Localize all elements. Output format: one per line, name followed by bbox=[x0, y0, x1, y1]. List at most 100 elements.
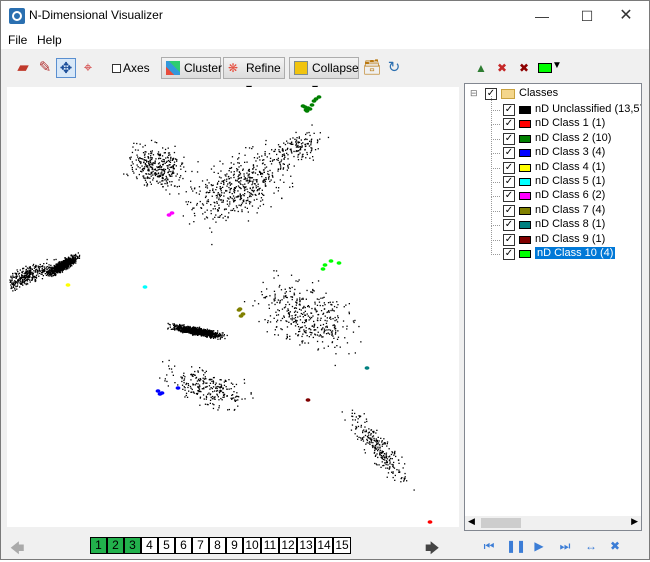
page-button[interactable]: 13 bbox=[297, 537, 315, 554]
class-label: nD Class 8 (1) bbox=[535, 218, 606, 231]
class-label: nD Unclassified (13,571) bbox=[535, 103, 641, 115]
menu-help[interactable]: Help bbox=[37, 33, 62, 47]
class-point[interactable] bbox=[320, 267, 326, 271]
page-button[interactable]: 5 bbox=[158, 537, 175, 554]
class-point[interactable] bbox=[142, 285, 148, 289]
color-dropdown-icon[interactable]: ▼ bbox=[552, 60, 562, 71]
tree-line bbox=[491, 139, 500, 155]
class-point[interactable] bbox=[336, 261, 342, 265]
class-checkbox[interactable]: ✓ bbox=[503, 104, 515, 116]
axes-checkbox[interactable] bbox=[112, 64, 121, 73]
class-checkbox[interactable]: ✓ bbox=[503, 147, 515, 160]
collapse-label: Collapse bbox=[312, 61, 359, 75]
export-icon[interactable]: 🗃 bbox=[362, 58, 382, 78]
scroll-left-icon[interactable]: ◀ bbox=[468, 516, 475, 527]
polygon-select-icon[interactable]: ▰ bbox=[13, 58, 33, 78]
delete-class-icon[interactable]: ✖ bbox=[515, 61, 533, 77]
class-point[interactable] bbox=[157, 392, 163, 396]
remove-class-icon[interactable]: ✖ bbox=[493, 61, 511, 77]
class-point[interactable] bbox=[311, 99, 317, 103]
page-button[interactable]: 12 bbox=[279, 537, 297, 554]
page-button[interactable]: 10 bbox=[243, 537, 261, 554]
class-label: nD Class 9 (1) bbox=[535, 232, 606, 245]
class-checkbox[interactable]: ✓ bbox=[503, 118, 515, 131]
class-checkbox[interactable]: ✓ bbox=[503, 219, 515, 232]
next-arrow-icon[interactable]: 🡆 bbox=[425, 538, 439, 562]
rewind-icon[interactable]: ⏮ bbox=[481, 539, 497, 553]
classes-root-label: Classes bbox=[519, 87, 559, 99]
expand-icon[interactable]: ↔ bbox=[583, 539, 599, 553]
step-forward-icon[interactable]: ⏭ bbox=[557, 539, 573, 553]
page-button[interactable]: 9 bbox=[226, 537, 243, 554]
menu-bar: File Help bbox=[1, 31, 649, 49]
class-checkbox[interactable]: ✓ bbox=[503, 204, 515, 217]
class-label: nD Class 5 (1) bbox=[535, 175, 606, 187]
class-point[interactable] bbox=[237, 307, 243, 311]
page-button[interactable]: 8 bbox=[209, 537, 226, 554]
page-button[interactable]: 7 bbox=[192, 537, 209, 554]
color-picker-icon[interactable] bbox=[538, 63, 552, 73]
class-checkbox[interactable]: ✓ bbox=[503, 132, 515, 145]
axes-label: Axes bbox=[123, 61, 150, 75]
cluster-button[interactable]: Cluster bbox=[161, 57, 222, 79]
classes-tree[interactable]: ⊟ ✓ Classes ✓ nD Unclassified (13,571) ✓ nD… bbox=[464, 83, 642, 531]
move-icon[interactable]: ✥ bbox=[56, 58, 76, 78]
class-checkbox[interactable]: ✓ bbox=[503, 190, 515, 203]
brush-icon[interactable]: ✎ bbox=[35, 58, 55, 78]
class-point[interactable] bbox=[427, 520, 433, 524]
scroll-thumb[interactable] bbox=[481, 518, 521, 528]
class-point[interactable] bbox=[309, 103, 315, 107]
page-button[interactable]: 15 bbox=[333, 537, 351, 554]
class-point[interactable] bbox=[169, 211, 175, 215]
page-button[interactable]: 6 bbox=[175, 537, 192, 554]
crosshair-icon[interactable]: ⌖ bbox=[78, 58, 98, 78]
minimize-icon[interactable]: — bbox=[519, 1, 565, 31]
class-point[interactable] bbox=[175, 386, 181, 390]
page-button[interactable]: 14 bbox=[315, 537, 333, 554]
refine-label: Refine bbox=[246, 61, 281, 75]
tree-line bbox=[491, 182, 500, 198]
class-color-swatch bbox=[519, 221, 531, 230]
menu-file[interactable]: File bbox=[8, 33, 27, 47]
scatter-plot-svg[interactable] bbox=[7, 87, 459, 527]
class-color-swatch bbox=[519, 178, 531, 186]
scroll-right-icon[interactable]: ▶ bbox=[631, 516, 638, 527]
class-label: nD Class 4 (1) bbox=[535, 160, 606, 173]
class-checkbox[interactable]: ✓ bbox=[503, 161, 515, 174]
class-point[interactable] bbox=[300, 104, 306, 108]
page-button[interactable]: 11 bbox=[261, 537, 279, 554]
refresh-icon[interactable]: ↻ bbox=[384, 58, 404, 78]
class-point[interactable] bbox=[303, 108, 309, 112]
class-checkbox[interactable]: ✓ bbox=[503, 248, 515, 260]
class-point[interactable] bbox=[364, 366, 370, 370]
page-button[interactable]: 4 bbox=[141, 537, 158, 554]
close-icon[interactable]: ✕ bbox=[603, 1, 649, 31]
class-point[interactable] bbox=[316, 95, 322, 99]
class-point[interactable] bbox=[322, 263, 328, 267]
page-button[interactable]: 2 bbox=[107, 537, 124, 554]
window-title: N-Dimensional Visualizer bbox=[29, 8, 163, 22]
class-point[interactable] bbox=[65, 283, 71, 287]
prev-arrow-icon[interactable]: 🡄 bbox=[10, 538, 24, 562]
class-row[interactable]: ✓ nD Class 10 (4) bbox=[465, 240, 641, 262]
class-color-swatch bbox=[519, 206, 531, 215]
horizontal-scrollbar[interactable]: ◀ ▶ bbox=[465, 516, 641, 530]
class-checkbox[interactable]: ✓ bbox=[503, 233, 515, 246]
class-point[interactable] bbox=[238, 314, 244, 318]
collapse-button[interactable]: Collapse ▾ bbox=[289, 57, 359, 95]
page-button[interactable]: 1 bbox=[90, 537, 107, 554]
collapse-tree-icon[interactable]: ⊟ bbox=[470, 88, 478, 99]
class-point[interactable] bbox=[305, 398, 311, 402]
refine-icon: ❋ bbox=[228, 61, 239, 75]
refine-button[interactable]: ❋ Refine ▾ bbox=[223, 57, 285, 95]
shuffle-icon[interactable]: ✖ bbox=[607, 539, 623, 553]
page-button[interactable]: 3 bbox=[124, 537, 141, 554]
app-icon bbox=[9, 8, 25, 24]
scatter-plot[interactable] bbox=[7, 87, 459, 527]
class-point[interactable] bbox=[328, 259, 334, 263]
class-checkbox[interactable]: ✓ bbox=[503, 176, 515, 188]
add-class-icon[interactable]: ▲ bbox=[472, 61, 490, 77]
play-icon[interactable]: ▶ bbox=[531, 539, 547, 553]
pause-icon[interactable]: ❚❚ bbox=[506, 539, 526, 553]
class-label: nD Class 10 (4) bbox=[535, 247, 616, 259]
